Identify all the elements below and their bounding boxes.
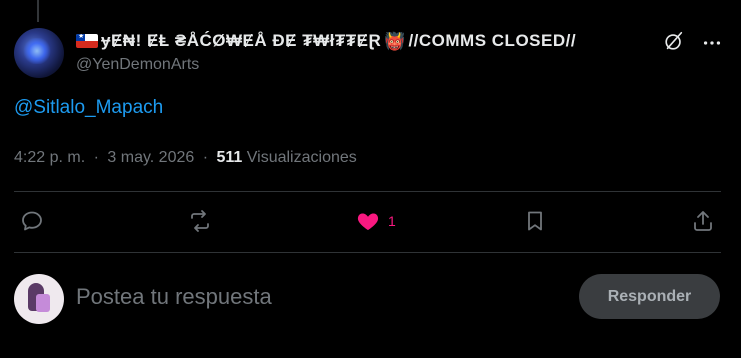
reply-input[interactable]	[76, 282, 546, 312]
views-label: Visualizaciones	[246, 149, 357, 166]
repost-button[interactable]	[188, 205, 212, 237]
tweet-date[interactable]: 3 may. 2026	[107, 149, 194, 166]
heart-filled-icon	[357, 213, 379, 230]
divider-bottom	[14, 252, 721, 253]
grok-icon[interactable]	[663, 30, 685, 52]
oni-emoji: 👹	[384, 31, 406, 51]
author-display-name: ɏɆ₦! ɆⱠ ₴ÅĆØ₩ɆÅ ĐɆ ₮₩ł₮₮ɆⱤ	[101, 31, 382, 50]
current-user-avatar[interactable]	[14, 274, 64, 324]
meta-separator: ·	[93, 149, 99, 166]
responder-button[interactable]: Responder	[579, 274, 720, 319]
bookmark-icon	[528, 211, 542, 231]
chile-flag-icon: ★	[76, 34, 98, 48]
author-avatar[interactable]	[14, 28, 64, 78]
action-bar: 1	[14, 205, 721, 237]
share-upload-icon	[694, 211, 712, 231]
repost-arrows-icon	[191, 210, 209, 232]
bookmark-button[interactable]	[523, 205, 547, 237]
author-handle[interactable]: @YenDemonArts	[76, 56, 199, 74]
author-display-name-suffix: //COMMS CLOSED//	[408, 31, 577, 50]
thread-connector-line	[37, 0, 39, 22]
tweet-time[interactable]: 4:22 p. m.	[14, 149, 85, 166]
meta-separator-2: ·	[202, 149, 209, 166]
views-count: 511	[216, 149, 243, 166]
mention-link[interactable]: @Sitlalo_Mapach	[14, 97, 163, 119]
like-button[interactable]: 1	[356, 205, 396, 237]
like-count: 1	[388, 213, 396, 229]
more-options-icon[interactable]	[701, 32, 723, 54]
tweet-header: ★ ɏɆ₦! ɆⱠ ₴ÅĆØ₩ɆÅ ĐɆ ₮₩ł₮₮ɆⱤ 👹 //COMMS C…	[14, 26, 727, 78]
tweet-meta: 4:22 p. m. · 3 may. 2026 · 511 Visualiza…	[14, 149, 357, 167]
reply-button[interactable]	[20, 205, 44, 237]
author-name-row[interactable]: ★ ɏɆ₦! ɆⱠ ₴ÅĆØ₩ɆÅ ĐɆ ₮₩ł₮₮ɆⱤ 👹 //COMMS C…	[76, 29, 576, 53]
reply-bubble-icon	[22, 211, 42, 231]
divider-top	[14, 191, 721, 192]
tweet-detail-page: ★ ɏɆ₦! ɆⱠ ₴ÅĆØ₩ɆÅ ĐɆ ₮₩ł₮₮ɆⱤ 👹 //COMMS C…	[0, 0, 741, 358]
share-button[interactable]	[691, 205, 715, 237]
